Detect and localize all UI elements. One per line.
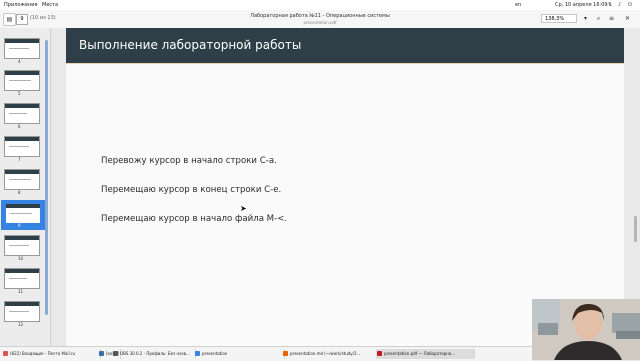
volume-icon[interactable]: ♪: [618, 2, 621, 8]
task-presentation-folder[interactable]: presentation: [194, 349, 285, 359]
places-menu[interactable]: Места: [42, 2, 58, 8]
taskbar: (822) Входящие - Почта Mail.ru [eol...] …: [0, 346, 532, 361]
thumbnail-label: 10: [18, 256, 24, 261]
search-icon[interactable]: ⌕: [593, 13, 604, 24]
viewer-header: ▤ 9 (10 из 13) Лабораторная работа №11 -…: [0, 10, 640, 29]
zoom-select[interactable]: 138,3%: [541, 14, 577, 23]
thumbnail-page-4[interactable]: [4, 38, 40, 59]
clock[interactable]: Ср, 10 апреля 16:09: [555, 2, 608, 8]
sidebar-scrollbar[interactable]: [45, 40, 48, 315]
chevron-down-icon[interactable]: ▾: [580, 13, 591, 24]
pdf-icon: [377, 351, 382, 356]
thumbnail-page-6[interactable]: [4, 103, 40, 124]
mouse-cursor-icon: ➤: [240, 204, 247, 213]
thumbnail-page-7[interactable]: [4, 136, 40, 157]
thumbnail-page-10[interactable]: [4, 235, 40, 256]
network-icon[interactable]: ⇅: [608, 2, 612, 8]
thumbnail-label: 7: [18, 157, 21, 162]
slide-title: Выполнение лабораторной работы: [79, 38, 302, 52]
folder-icon: [195, 351, 200, 356]
slide-text-line: Перевожу курсор в начало строки C-a.: [101, 156, 277, 166]
thumbnail-label: 5: [18, 91, 21, 96]
thumbnail-label: 8: [18, 190, 21, 195]
thumbnail-page-5[interactable]: [4, 70, 40, 91]
task-presentation-md[interactable]: presentation.md (~/work/study/2...: [282, 349, 381, 359]
webcam-overlay: [532, 299, 640, 360]
title-divider: [66, 63, 624, 64]
thumbnail-page-9[interactable]: [4, 202, 42, 225]
document-scrollbar[interactable]: [634, 216, 637, 242]
slide-text-line: Перемещаю курсор в начало файла M-<.: [101, 214, 288, 224]
power-icon[interactable]: ⏻: [628, 2, 632, 8]
thumbnail-page-8[interactable]: [4, 169, 40, 190]
webcam-image: [532, 299, 640, 360]
obs-icon: [113, 351, 118, 356]
thumbnail-label: 9: [18, 223, 21, 228]
thumbnail-sidebar: 4 5 6 7 8 9 10 11 12: [0, 28, 51, 346]
close-icon[interactable]: ✕: [622, 13, 633, 24]
thumbnail-page-12[interactable]: [4, 301, 40, 322]
thumbnail-label: 11: [18, 289, 24, 294]
thumbnail-label: 4: [18, 59, 21, 64]
editor-icon: [283, 351, 288, 356]
menu-icon[interactable]: ≡: [606, 13, 617, 24]
thumbnail-label: 6: [18, 124, 21, 129]
task-obs[interactable]: OBS 30.0.2 - Профиль: Без назв...: [112, 349, 196, 359]
terminal-icon: [99, 351, 104, 356]
mail-icon: [3, 351, 8, 356]
task-mail[interactable]: (822) Входящие - Почта Mail.ru: [2, 349, 101, 359]
task-presentation-pdf[interactable]: presentation.pdf — Лабораторна...: [376, 349, 475, 359]
applications-menu[interactable]: Приложения: [4, 2, 38, 8]
keyboard-layout[interactable]: en: [515, 2, 521, 8]
thumbnail-label: 12: [18, 322, 24, 327]
thumbnail-page-11[interactable]: [4, 268, 40, 289]
slide-text-line: Перемещаю курсор в конец строки C-e.: [101, 185, 282, 195]
